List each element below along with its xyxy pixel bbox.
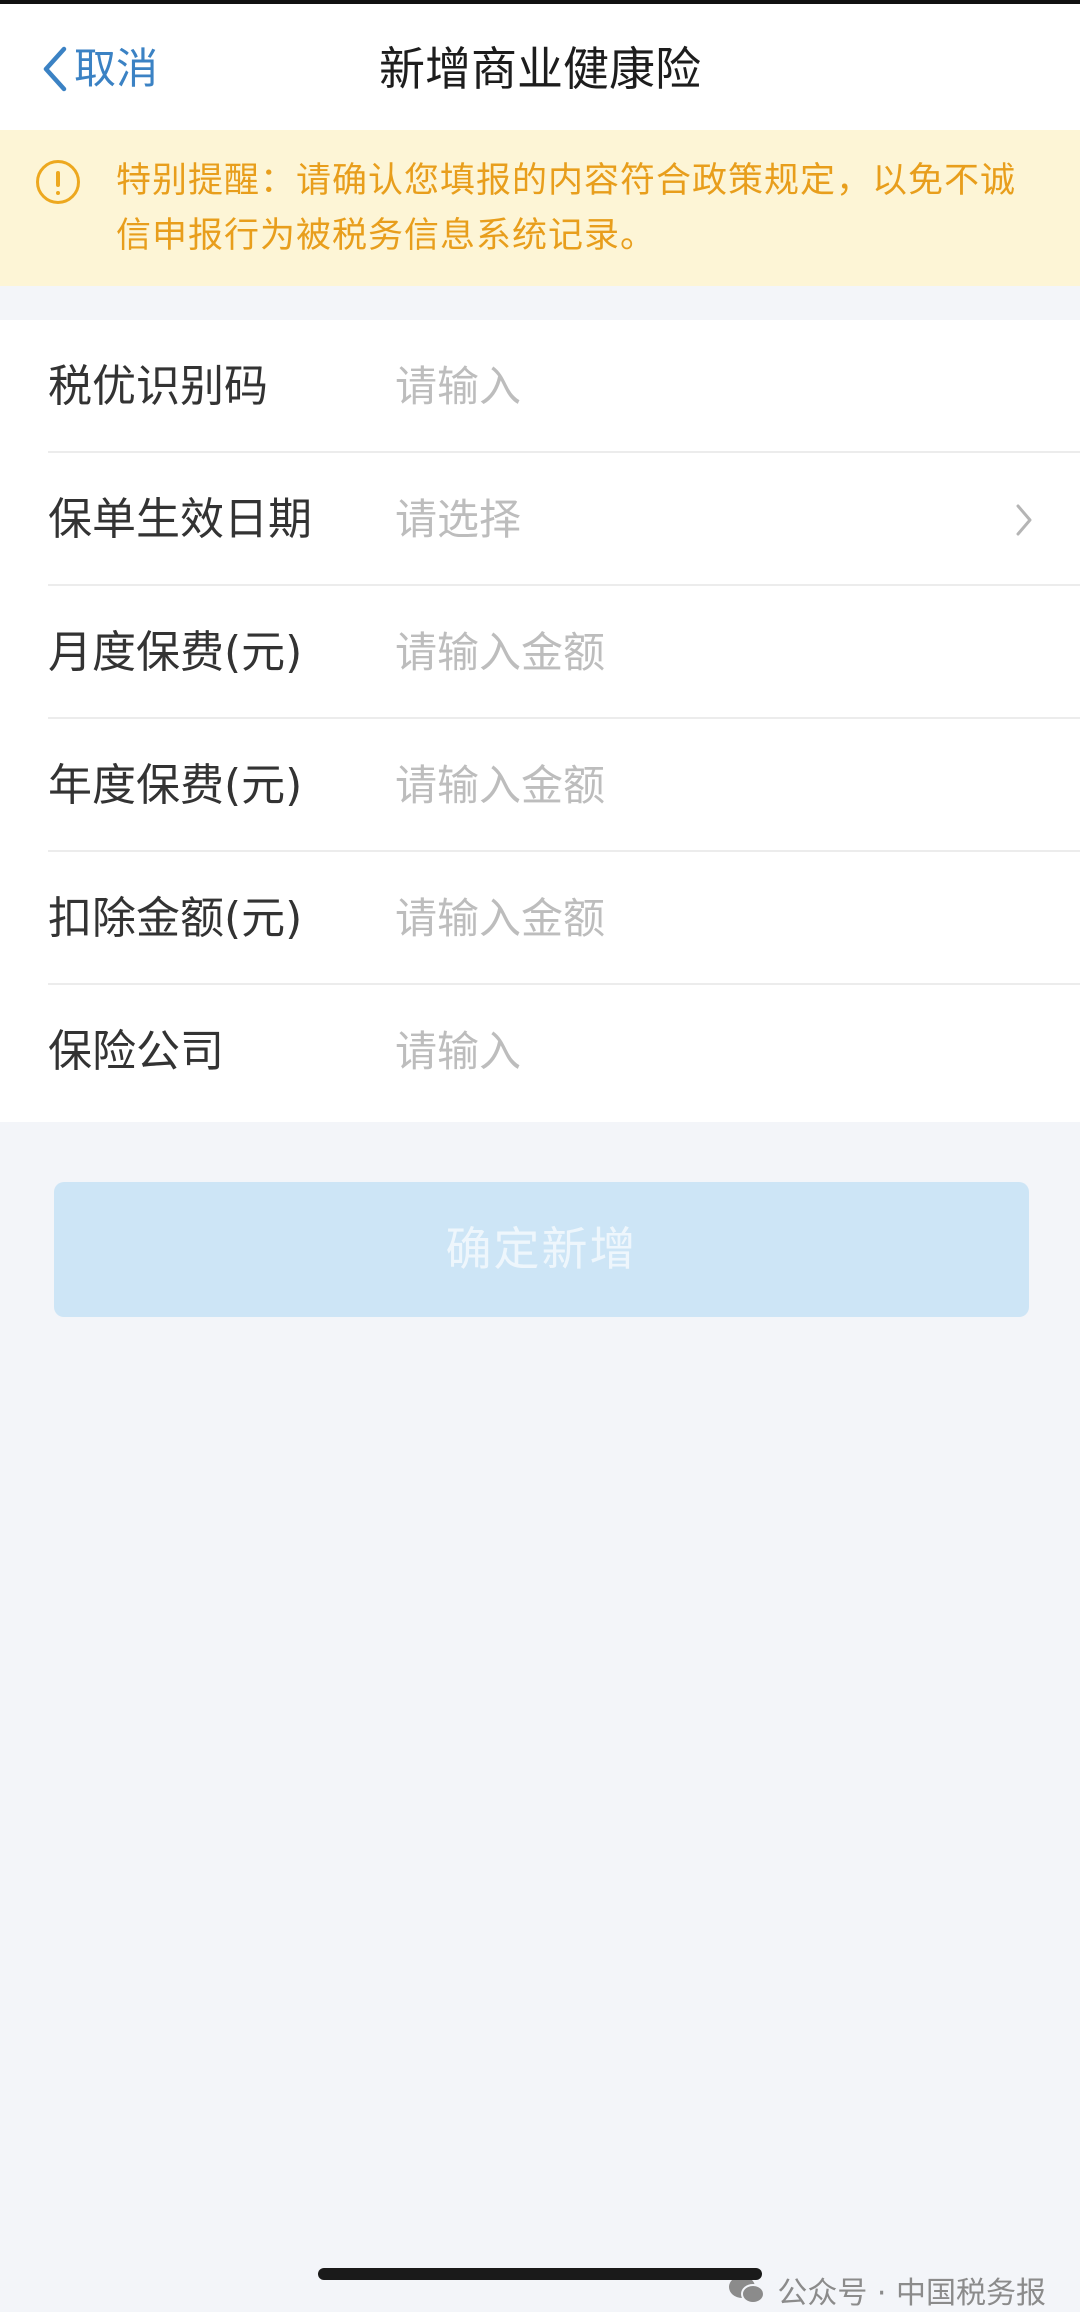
annual-premium-label: 年度保费(元) (48, 760, 303, 811)
insurance-company-label: 保险公司 (48, 1026, 224, 1077)
chevron-right-icon (1016, 504, 1032, 536)
insurance-company-input[interactable] (395, 1021, 995, 1081)
effective-date-select[interactable]: 请选择 (395, 453, 521, 586)
form-row-deduction-amount: 扣除金额(元) (48, 852, 1080, 985)
nav-bar: 取消 新增商业健康险 (0, 4, 1080, 130)
form-row-tax-code: 税优识别码 (48, 320, 1080, 453)
page-title: 新增商业健康险 (379, 42, 701, 96)
notice-banner: 特别提醒：请确认您填报的内容符合政策规定，以免不诚信申报行为被税务信息系统记录。 (0, 130, 1080, 286)
deduction-amount-input[interactable] (395, 888, 995, 948)
watermark-text: 公众号 · 中国税务报 (777, 2276, 1046, 2311)
form-row-effective-date[interactable]: 保单生效日期 请选择 (48, 453, 1080, 586)
form-row-monthly-premium: 月度保费(元) (48, 586, 1080, 719)
form-row-insurance-company: 保险公司 (48, 985, 1080, 1118)
warning-icon (36, 160, 80, 204)
effective-date-label: 保单生效日期 (48, 494, 312, 545)
annual-premium-input[interactable] (395, 755, 995, 815)
tax-code-input[interactable] (395, 356, 995, 416)
notice-text: 特别提醒：请确认您填报的内容符合政策规定，以免不诚信申报行为被税务信息系统记录。 (116, 161, 1017, 256)
home-indicator (318, 2268, 762, 2280)
confirm-add-button[interactable]: 确定新增 (54, 1182, 1029, 1317)
watermark: 公众号 · 中国税务报 (727, 2270, 1046, 2311)
tax-code-label: 税优识别码 (48, 361, 268, 412)
monthly-premium-input[interactable] (395, 622, 995, 682)
monthly-premium-label: 月度保费(元) (48, 627, 303, 678)
insurance-form: 税优识别码 保单生效日期 请选择 月度保费(元) 年度保费(元) 扣除金额(元)… (0, 320, 1080, 1122)
form-row-annual-premium: 年度保费(元) (48, 719, 1080, 852)
deduction-amount-label: 扣除金额(元) (48, 893, 303, 944)
